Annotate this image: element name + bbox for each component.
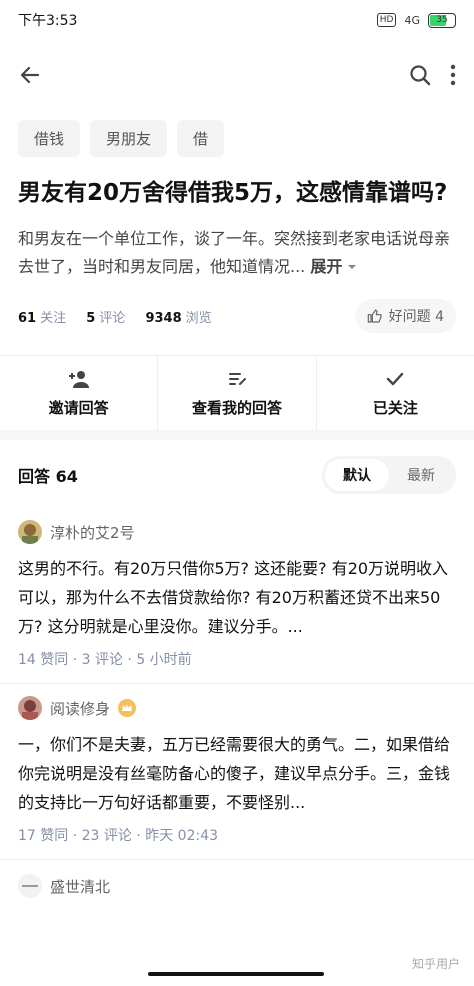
- search-icon[interactable]: [408, 63, 432, 87]
- top-nav: [0, 40, 474, 110]
- status-icons: HD 4G 35: [376, 12, 456, 28]
- check-icon: [387, 372, 404, 385]
- author-name: 阅读修身: [50, 699, 111, 718]
- follow-stat: 61 关注: [18, 310, 67, 326]
- answer-meta: 17 赞同 · 23 评论 · 昨天 02:43: [18, 828, 219, 844]
- expand-link[interactable]: 展开: [310, 257, 342, 276]
- question-title: 男友有20万舍得借我5万，这感情靠谱吗?: [18, 180, 448, 206]
- avatar[interactable]: [18, 520, 42, 544]
- view-my-answer-button[interactable]: 查看我的回答: [157, 356, 315, 430]
- answer-item[interactable]: 淳朴的艾2号 这男的不行。有20万只借你5万? 这还能要? 有20万说明收入可以…: [0, 508, 474, 684]
- author-name: 淳朴的艾2号: [50, 523, 135, 542]
- crown-badge-icon: [118, 699, 137, 717]
- question-actions: 邀请回答 查看我的回答 已关注: [0, 355, 474, 430]
- good-question-button[interactable]: 好问题 4: [354, 299, 456, 333]
- answer-item[interactable]: 阅读修身 一，你们不是夫妻，五万已经需要很大的勇气。二，如果借给你完说明是没有丝…: [0, 684, 474, 860]
- back-arrow-icon[interactable]: [18, 63, 42, 87]
- question-stats: 61 关注 5 评论 9348 浏览 好问题 4: [0, 281, 474, 333]
- tag-2[interactable]: 借: [177, 120, 225, 157]
- answer-count: 回答 64: [18, 467, 78, 486]
- comment-stat[interactable]: 5 评论: [86, 311, 125, 326]
- sort-toggle: 默认 最新: [322, 456, 456, 494]
- question-excerpt[interactable]: 和男友在一个单位工作，谈了一年。突然接到老家电话说母亲去世了，当时和男友同居，他…: [0, 211, 474, 281]
- battery-icon: 35: [428, 12, 456, 28]
- answer-author[interactable]: 盛世清北: [18, 874, 456, 898]
- view-stat: 9348 浏览: [145, 310, 212, 326]
- tag-1[interactable]: 男朋友: [90, 120, 168, 157]
- tag-0[interactable]: 借钱: [18, 120, 81, 157]
- author-name: 盛世清北: [50, 877, 111, 896]
- question-excerpt-text: 和男友在一个单位工作，谈了一年。突然接到老家电话说母亲去世了，当时和男友同居，他…: [18, 229, 451, 276]
- answer-text: 一，你们不是夫妻，五万已经需要很大的勇气。二，如果借给你完说明是没有丝毫防备心的…: [18, 735, 451, 812]
- status-bar: 下午3:53 HD 4G 35: [0, 0, 474, 40]
- edit-list-icon: [228, 372, 246, 385]
- home-indicator[interactable]: [148, 972, 324, 976]
- signal-icon: 4G: [404, 13, 420, 27]
- sort-latest-tab[interactable]: 最新: [389, 459, 453, 491]
- status-time: 下午3:53: [18, 13, 78, 29]
- answer-author[interactable]: 阅读修身: [18, 696, 456, 720]
- thumbs-up-icon: [367, 309, 382, 323]
- answer-meta: 14 赞同 · 3 评论 · 5 小时前: [18, 652, 192, 668]
- caret-down-icon: [348, 265, 357, 269]
- avatar[interactable]: [18, 874, 42, 898]
- more-vertical-icon[interactable]: [450, 64, 456, 86]
- add-user-icon: [68, 370, 89, 388]
- answer-text: 这男的不行。有20万只借你5万? 这还能要? 有20万说明收入可以，那为什么不去…: [18, 559, 449, 636]
- answer-author[interactable]: 淳朴的艾2号: [18, 520, 456, 544]
- answers-header: 回答 64 默认 最新: [0, 440, 474, 508]
- answer-item[interactable]: 盛世清北: [0, 860, 474, 912]
- topic-tags: 借钱 男朋友 借: [0, 110, 474, 157]
- hd-icon: HD: [376, 13, 397, 27]
- sort-default-tab[interactable]: 默认: [325, 459, 389, 491]
- followed-button[interactable]: 已关注: [315, 356, 474, 430]
- invite-answer-button[interactable]: 邀请回答: [0, 356, 157, 430]
- watermark: 知乎用户: [411, 957, 460, 971]
- section-divider: [0, 430, 474, 440]
- avatar[interactable]: [18, 696, 42, 720]
